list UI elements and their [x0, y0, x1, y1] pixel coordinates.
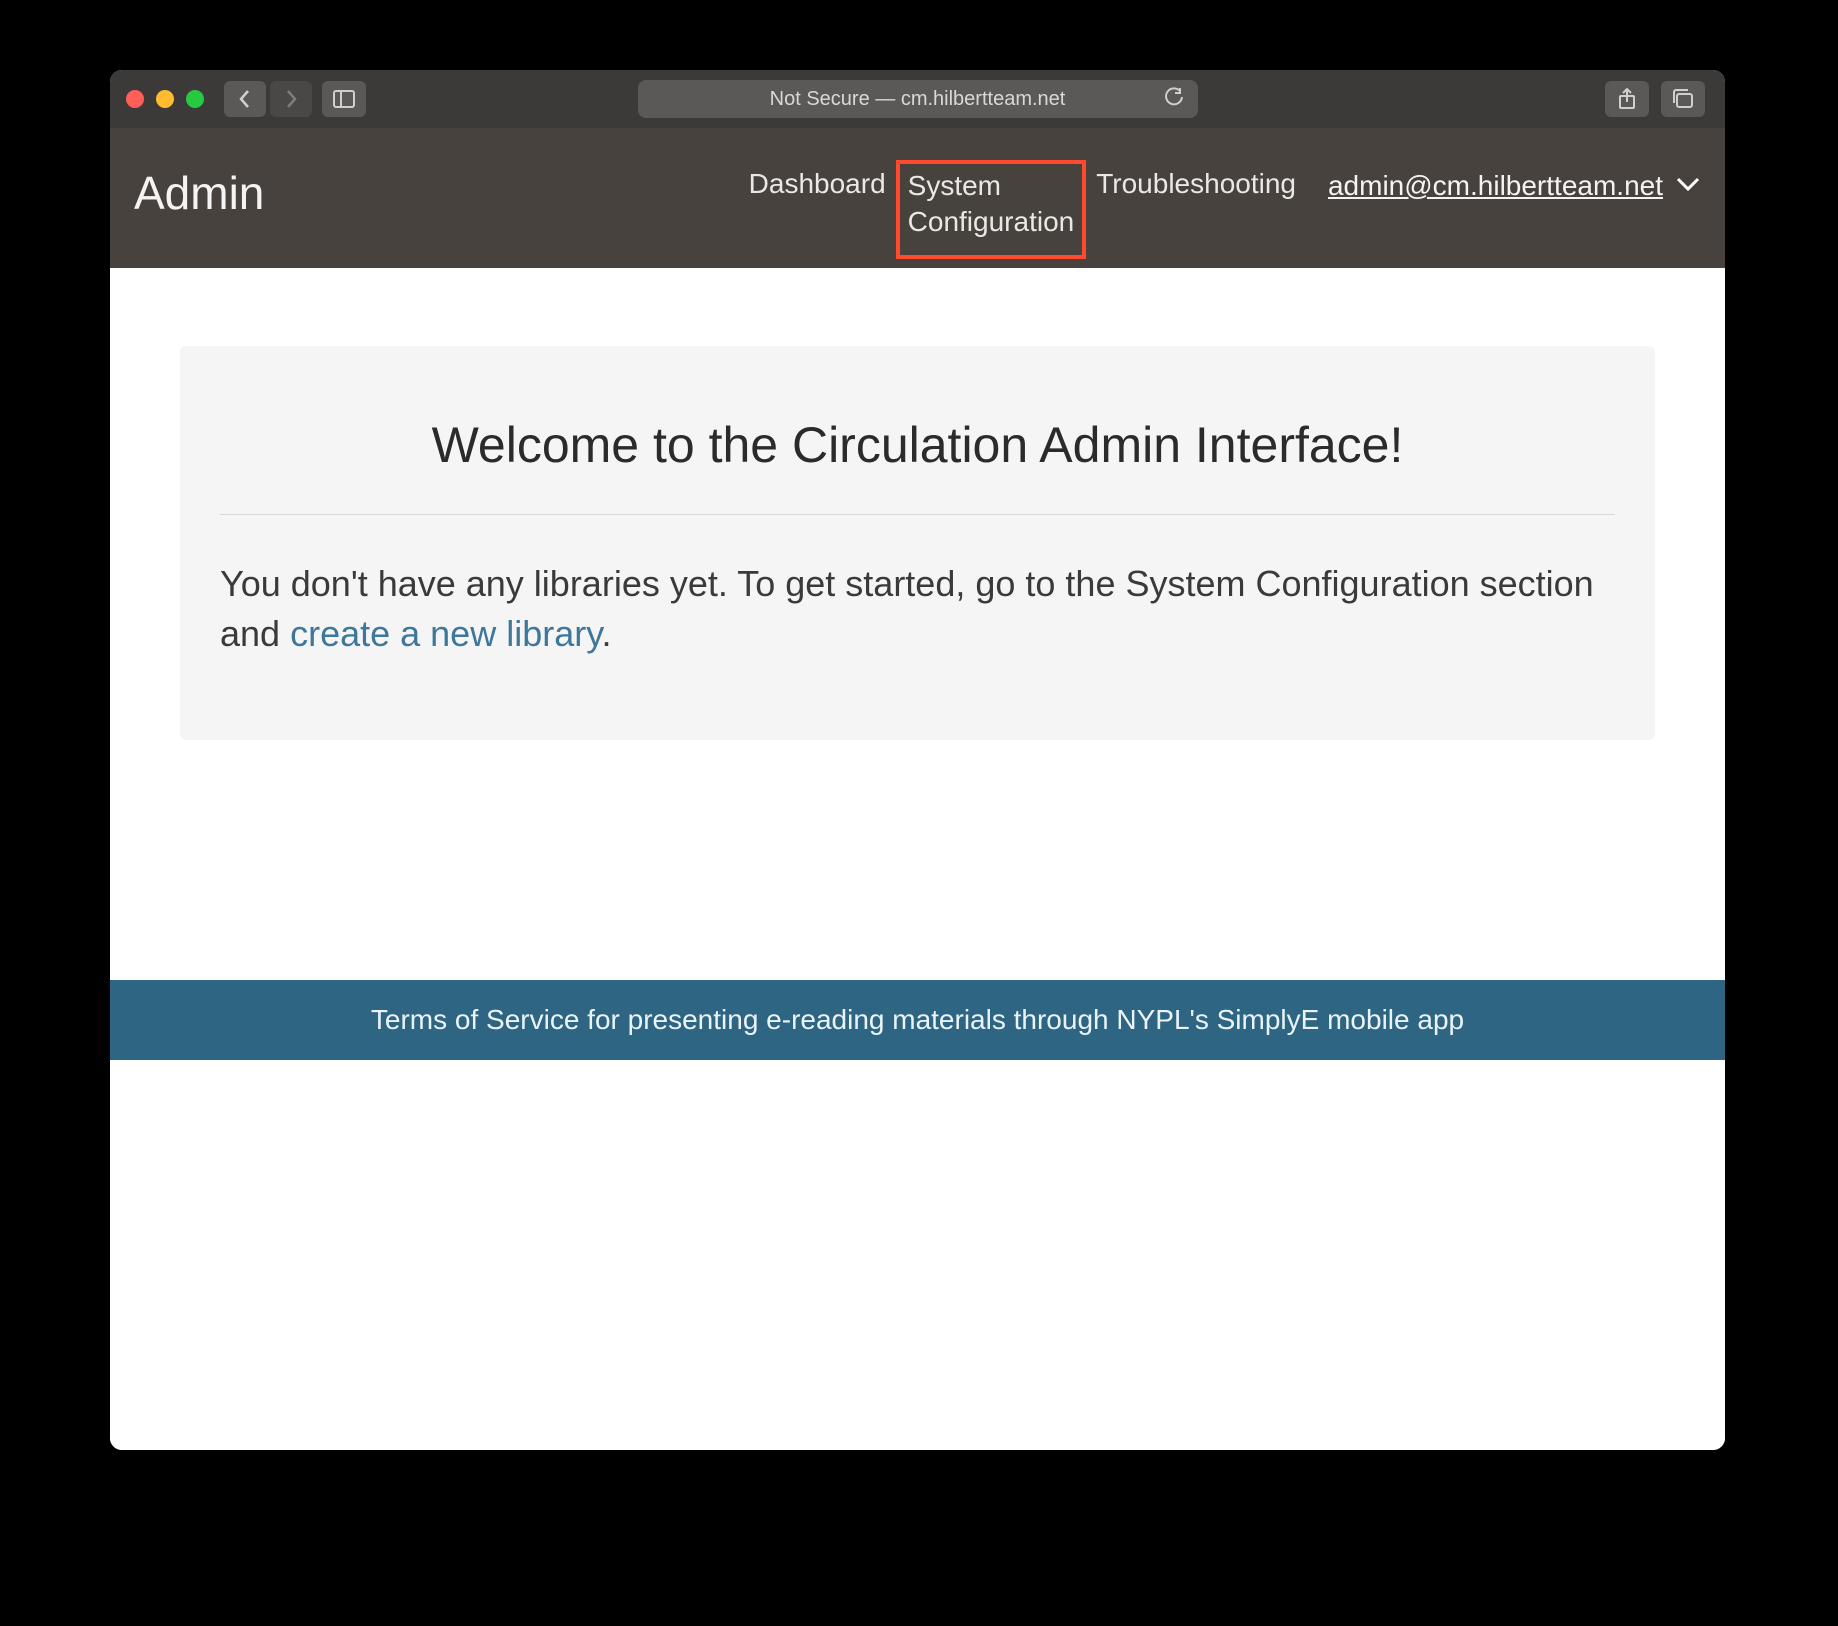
minimize-window-button[interactable] — [156, 90, 174, 108]
terms-of-service-text: Terms of Service for presenting e-readin… — [371, 1004, 1464, 1035]
nav-system-config-line1: System — [908, 168, 1075, 204]
user-email-link[interactable]: admin@cm.hilbertteam.net — [1328, 170, 1663, 202]
chevron-left-icon — [237, 89, 253, 109]
browser-toolbar: Not Secure — cm.hilbertteam.net — [110, 70, 1725, 128]
chevron-down-icon — [1675, 176, 1701, 197]
tabs-icon — [1672, 89, 1694, 109]
create-library-link[interactable]: create a new library — [290, 613, 601, 654]
content-area: Welcome to the Circulation Admin Interfa… — [110, 268, 1725, 740]
terms-of-service-bar[interactable]: Terms of Service for presenting e-readin… — [110, 980, 1725, 1060]
reload-button[interactable] — [1164, 87, 1184, 112]
nav-troubleshooting[interactable]: Troubleshooting — [1086, 168, 1306, 200]
nav-system-config-line2: Configuration — [908, 204, 1075, 240]
app-header: Admin Dashboard System Configuration Tro… — [110, 128, 1725, 268]
browser-window: Not Secure — cm.hilbertteam.net Admin Da… — [110, 70, 1725, 1450]
share-button[interactable] — [1605, 81, 1649, 117]
tabs-overview-button[interactable] — [1661, 81, 1705, 117]
nav-system-configuration[interactable]: System Configuration — [896, 160, 1087, 259]
sidebar-icon — [333, 90, 355, 108]
app-nav: Dashboard System Configuration Troublesh… — [739, 128, 1701, 259]
welcome-card: Welcome to the Circulation Admin Interfa… — [180, 346, 1655, 740]
welcome-body-suffix: . — [602, 613, 612, 654]
welcome-body: You don't have any libraries yet. To get… — [220, 515, 1615, 660]
window-controls — [126, 90, 204, 108]
maximize-window-button[interactable] — [186, 90, 204, 108]
share-icon — [1617, 88, 1637, 110]
app-brand: Admin — [134, 128, 264, 220]
welcome-title: Welcome to the Circulation Admin Interfa… — [220, 416, 1615, 515]
forward-button[interactable] — [270, 81, 312, 117]
page-content: Admin Dashboard System Configuration Tro… — [110, 128, 1725, 1450]
address-text: Not Secure — cm.hilbertteam.net — [770, 88, 1066, 111]
user-menu[interactable]: admin@cm.hilbertteam.net — [1328, 168, 1701, 202]
nav-dashboard[interactable]: Dashboard — [739, 168, 896, 200]
address-bar[interactable]: Not Secure — cm.hilbertteam.net — [638, 80, 1198, 118]
sidebar-toggle-button[interactable] — [322, 81, 366, 117]
close-window-button[interactable] — [126, 90, 144, 108]
back-button[interactable] — [224, 81, 266, 117]
reload-icon — [1164, 87, 1184, 107]
chevron-right-icon — [283, 89, 299, 109]
